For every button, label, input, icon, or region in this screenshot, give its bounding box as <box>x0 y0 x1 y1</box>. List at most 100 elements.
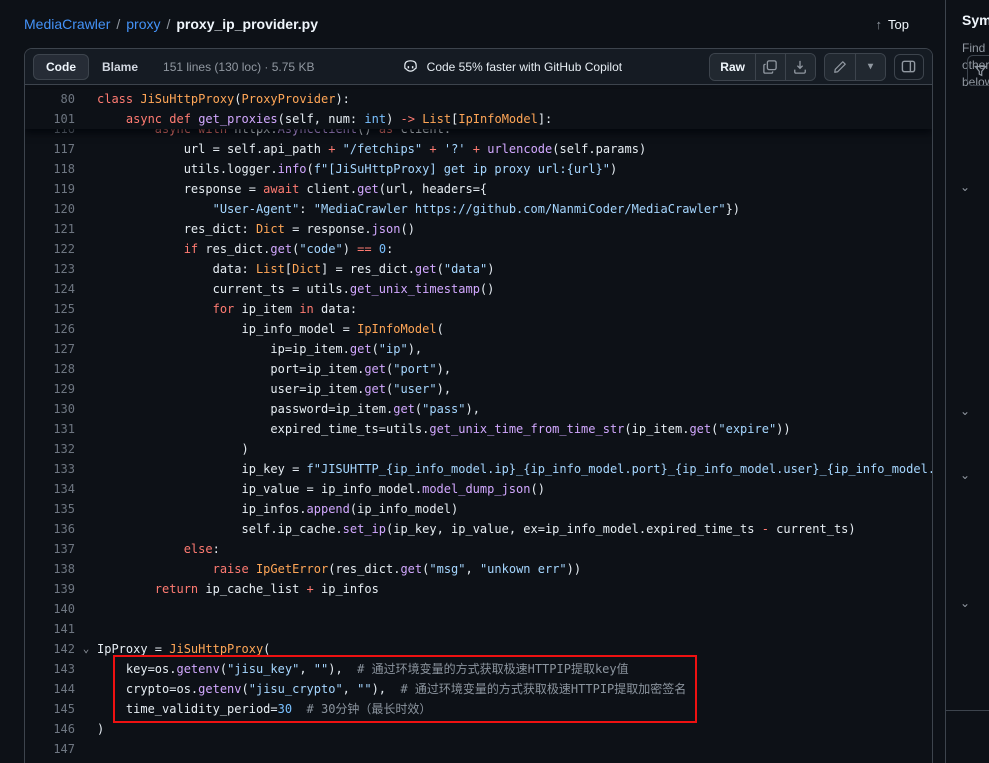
line-number[interactable]: 143 <box>25 659 75 679</box>
line-number[interactable]: 142 <box>25 639 75 659</box>
code-text: "User-Agent": "MediaCrawler https://gith… <box>97 199 740 219</box>
line-number[interactable]: 101 <box>25 109 75 129</box>
edit-button[interactable] <box>825 54 855 80</box>
code-line: 119 response = await client.get(url, hea… <box>25 179 932 199</box>
line-number[interactable]: 127 <box>25 339 75 359</box>
code-line: 129 user=ip_item.get("user"), <box>25 379 932 399</box>
line-number[interactable]: 133 <box>25 459 75 479</box>
line-number[interactable]: 125 <box>25 299 75 319</box>
symbols-panel-title: Symbols <box>962 12 989 28</box>
symbols-filter-input[interactable] <box>967 55 989 86</box>
symbols-panel: Symbols Find other below ⌄ ⌄ ⌄ ⌄ <box>945 0 989 763</box>
file-toolbar: Code Blame 151 lines (130 loc) · 5.75 KB… <box>25 49 932 85</box>
edit-dropdown-button[interactable]: ▾ <box>855 54 885 80</box>
code-line: 145 time_validity_period=30 # 30分钟（最长时效） <box>25 699 932 719</box>
line-number[interactable]: 123 <box>25 259 75 279</box>
fold-spacer <box>75 259 97 279</box>
breadcrumb-folder-link[interactable]: proxy <box>126 16 160 32</box>
chevron-down-icon[interactable]: ⌄ <box>960 468 970 482</box>
fold-spacer <box>75 539 97 559</box>
line-number[interactable]: 128 <box>25 359 75 379</box>
line-number[interactable]: 117 <box>25 139 75 159</box>
copilot-banner[interactable]: Code 55% faster with GitHub Copilot <box>402 58 622 75</box>
file-header: MediaCrawler / proxy / proxy_ip_provider… <box>0 0 945 48</box>
code-line: 118 utils.logger.info(f"[JiSuHttpProxy] … <box>25 159 932 179</box>
fold-spacer <box>75 699 97 719</box>
chevron-down-icon[interactable]: ⌄ <box>960 404 970 418</box>
line-number[interactable]: 135 <box>25 499 75 519</box>
line-number[interactable]: 147 <box>25 739 75 759</box>
code-text: async with httpx.AsyncClient() as client… <box>97 129 451 139</box>
line-number[interactable]: 119 <box>25 179 75 199</box>
code-line: 127 ip=ip_item.get("ip"), <box>25 339 932 359</box>
download-button[interactable] <box>785 54 815 80</box>
code-text: class JiSuHttpProxy(ProxyProvider): <box>97 89 350 109</box>
raw-actions-group: Raw <box>709 53 816 81</box>
line-number[interactable]: 137 <box>25 539 75 559</box>
sticky-context-lines: 80 class JiSuHttpProxy(ProxyProvider): 101… <box>25 89 932 129</box>
fold-spacer <box>75 679 97 699</box>
caret-down-icon: ▾ <box>868 61 873 72</box>
raw-button[interactable]: Raw <box>710 54 755 80</box>
code-line: 132 ) <box>25 439 932 459</box>
fold-spacer <box>75 299 97 319</box>
back-to-top-button[interactable]: ↑ Top <box>876 17 909 32</box>
breadcrumb-repo-link[interactable]: MediaCrawler <box>24 16 110 32</box>
breadcrumb-separator: / <box>166 16 170 32</box>
line-number[interactable]: 120 <box>25 199 75 219</box>
line-number[interactable]: 129 <box>25 379 75 399</box>
line-number[interactable]: 144 <box>25 679 75 699</box>
fold-spacer <box>75 739 97 759</box>
chevron-down-icon[interactable]: ⌄ <box>960 180 970 194</box>
code-blame-switcher: Code Blame <box>33 54 151 80</box>
line-number[interactable]: 132 <box>25 439 75 459</box>
line-number[interactable]: 134 <box>25 479 75 499</box>
chevron-down-icon[interactable]: ⌄ <box>960 596 970 610</box>
copy-button[interactable] <box>755 54 785 80</box>
code-line: 133 ip_key = f"JISUHTTP_{ip_info_model.i… <box>25 459 932 479</box>
fold-spacer <box>75 399 97 419</box>
code-text: password=ip_item.get("pass"), <box>97 399 480 419</box>
symbols-panel-icon <box>901 59 916 74</box>
fold-spacer <box>75 179 97 199</box>
line-number[interactable]: 145 <box>25 699 75 719</box>
file-info: 151 lines (130 loc) · 5.75 KB <box>163 60 314 74</box>
line-number[interactable]: 130 <box>25 399 75 419</box>
code-line: 144 crypto=os.getenv("jisu_crypto", ""),… <box>25 679 932 699</box>
line-number[interactable]: 140 <box>25 599 75 619</box>
line-number[interactable]: 118 <box>25 159 75 179</box>
fold-spacer <box>75 159 97 179</box>
fold-spacer <box>75 219 97 239</box>
fold-chevron-icon[interactable]: ⌄ <box>75 639 97 659</box>
code-line: 141 <box>25 619 932 639</box>
code-line: 117 url = self.api_path + "/fetchips" + … <box>25 139 932 159</box>
code-line: 136 self.ip_cache.set_ip(ip_key, ip_valu… <box>25 519 932 539</box>
code-text: time_validity_period=30 # 30分钟（最长时效） <box>97 699 431 719</box>
code-text: ip_infos.append(ip_info_model) <box>97 499 458 519</box>
code-text: raise IpGetError(res_dict.get("msg", "un… <box>97 559 581 579</box>
line-number[interactable]: 146 <box>25 719 75 739</box>
code-text: res_dict: Dict = response.json() <box>97 219 415 239</box>
line-number[interactable]: 122 <box>25 239 75 259</box>
code-line: 147 <box>25 739 932 759</box>
line-number[interactable]: 139 <box>25 579 75 599</box>
tab-blame[interactable]: Blame <box>89 54 151 80</box>
line-number[interactable]: 131 <box>25 419 75 439</box>
line-number[interactable]: 116 <box>25 129 75 139</box>
line-number[interactable]: 121 <box>25 219 75 239</box>
fold-spacer <box>75 459 97 479</box>
symbols-panel-button[interactable] <box>894 54 924 80</box>
code-text: if res_dict.get("code") == 0: <box>97 239 393 259</box>
line-number[interactable]: 138 <box>25 559 75 579</box>
line-number[interactable]: 126 <box>25 319 75 339</box>
code-line: 121 res_dict: Dict = response.json() <box>25 219 932 239</box>
fold-spacer <box>75 439 97 459</box>
line-number[interactable]: 80 <box>25 89 75 109</box>
code-line: 125 for ip_item in data: <box>25 299 932 319</box>
tab-code[interactable]: Code <box>33 54 89 80</box>
line-number[interactable]: 141 <box>25 619 75 639</box>
line-number[interactable]: 136 <box>25 519 75 539</box>
line-number[interactable]: 124 <box>25 279 75 299</box>
code-area: 80 class JiSuHttpProxy(ProxyProvider): 101… <box>25 85 932 763</box>
code-text: for ip_item in data: <box>97 299 357 319</box>
